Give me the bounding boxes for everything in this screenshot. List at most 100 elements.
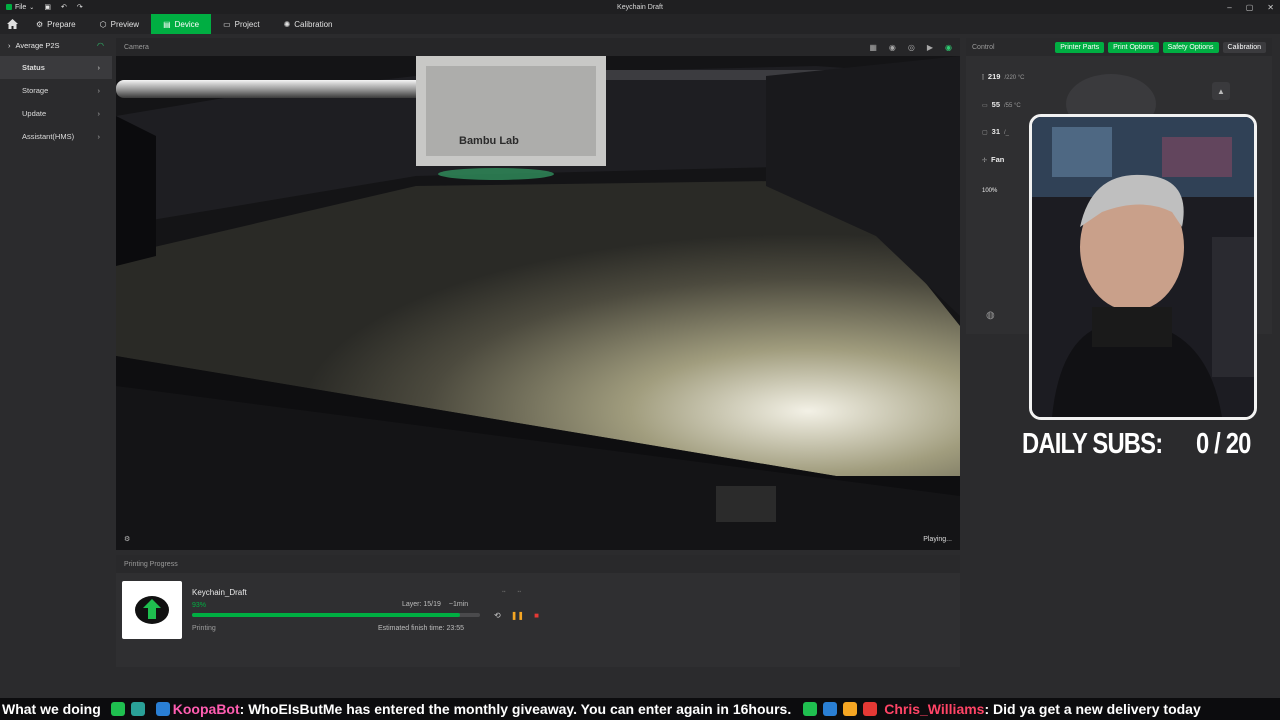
chevron-right-icon: › bbox=[97, 86, 101, 95]
undo-icon[interactable]: ↶ bbox=[61, 3, 67, 11]
main-panel: Camera ▦ ◉ ◎ ▶ ◉ Bambu Lab ⚙ Playing... … bbox=[116, 38, 960, 668]
camera-header: Camera ▦ ◉ ◎ ▶ ◉ bbox=[116, 38, 960, 56]
device-name: Average P2S bbox=[15, 40, 60, 50]
job-thumbnail bbox=[122, 581, 182, 639]
sidebar-item-storage[interactable]: Storage › bbox=[0, 79, 112, 102]
camera-image: Bambu Lab bbox=[116, 56, 960, 550]
daily-subs-counter: DAILY SUBS: 0 / 20 bbox=[1022, 428, 1251, 460]
progress-header: Printing Progress bbox=[116, 555, 960, 573]
record-icon[interactable]: ◉ bbox=[889, 43, 896, 52]
job-finish-time: Estimated finish time: 23:55 bbox=[378, 625, 464, 632]
progress-bar-fill bbox=[192, 613, 460, 617]
progress-bar bbox=[192, 613, 480, 617]
camera-feed[interactable]: Bambu Lab ⚙ Playing... bbox=[116, 56, 960, 550]
badge-icon bbox=[155, 702, 170, 716]
save-icon[interactable]: ▣ bbox=[44, 3, 51, 11]
tab-prepare[interactable]: ⚙ Prepare bbox=[24, 14, 88, 34]
ticker-lead: What we doing bbox=[2, 701, 101, 717]
app-icon bbox=[6, 4, 12, 10]
chevron-right-icon: › bbox=[97, 109, 101, 118]
printhead-brand: Bambu Lab bbox=[459, 135, 519, 147]
badge-icon bbox=[130, 702, 145, 716]
prepare-icon: ⚙ bbox=[36, 19, 44, 29]
model-thumbnail-icon bbox=[135, 596, 169, 624]
wifi-icon: ◠ bbox=[97, 40, 104, 50]
ticker-message: : Did ya get a new delivery today bbox=[984, 701, 1201, 717]
badge-icon bbox=[823, 702, 838, 716]
device-icon: ▤ bbox=[163, 19, 171, 29]
preview-icon: ⬡ bbox=[99, 19, 107, 29]
webcam-overlay bbox=[1029, 114, 1257, 420]
webcam-image bbox=[1032, 117, 1254, 417]
nav-bar: ⚙ Prepare ⬡ Preview ▤ Device ▭ Project ✺… bbox=[0, 14, 1280, 34]
lamp-icon[interactable]: ◍ bbox=[986, 310, 995, 321]
close-button[interactable]: ✕ bbox=[1267, 3, 1274, 12]
camera-footer: ⚙ Playing... bbox=[116, 528, 960, 550]
tab-printer-parts[interactable]: Printer Parts bbox=[1055, 41, 1105, 53]
menu-file[interactable]: File ⌄ bbox=[6, 4, 34, 11]
job-controls: ⟲ ❚❚ ■ bbox=[494, 611, 539, 620]
badge-icon bbox=[843, 702, 858, 716]
chat-ticker: What we doing KoopaBot : WhoEIsButMe has… bbox=[0, 698, 1280, 720]
job-status: Printing bbox=[192, 625, 216, 632]
sidebar-item-status[interactable]: Status › bbox=[0, 56, 112, 79]
faint-icon-b: ▪▪ bbox=[517, 589, 522, 595]
job-percent: 93% bbox=[192, 602, 207, 609]
project-icon: ▭ bbox=[223, 19, 231, 29]
window-title: Keychain Draft bbox=[617, 3, 663, 11]
job-metadata: ▪▪ ▪▪ bbox=[502, 589, 521, 595]
chevron-right-icon: › bbox=[97, 132, 101, 141]
tab-calibration[interactable]: ✺ Calibration bbox=[272, 14, 345, 34]
bed-icon: ▭ bbox=[982, 103, 988, 109]
snapshot-icon[interactable]: ◎ bbox=[908, 43, 915, 52]
tab-calibration-control[interactable]: Calibration bbox=[1222, 41, 1266, 53]
playback-status: Playing... bbox=[923, 535, 952, 543]
faint-icon-a: ▪▪ bbox=[502, 589, 506, 595]
minimize-button[interactable]: – bbox=[1227, 3, 1231, 12]
ticker-user: KoopaBot bbox=[172, 701, 240, 717]
job-layer: Layer: 15/19 ~1min bbox=[402, 601, 469, 608]
badge-icon bbox=[863, 702, 878, 716]
z-up-button[interactable]: ▲ bbox=[1212, 82, 1230, 100]
timelapse-icon[interactable]: ▦ bbox=[869, 43, 877, 52]
badge-icon bbox=[110, 702, 125, 716]
live-status-icon[interactable]: ◉ bbox=[945, 43, 952, 52]
fan-speed[interactable]: 100% bbox=[982, 188, 997, 194]
fan-section[interactable]: ✢ Fan bbox=[982, 155, 1004, 164]
sidebar-item-assistant[interactable]: Assistant(HMS) › bbox=[0, 125, 112, 148]
stop-button[interactable]: ■ bbox=[534, 611, 539, 620]
nozzle-temp[interactable]: ⫿ 219 /220 °C bbox=[982, 72, 1025, 82]
calibration-icon: ✺ bbox=[283, 19, 291, 29]
camera-title: Camera bbox=[124, 43, 149, 51]
sidebar: › Average P2S ◠ Status › Storage › Updat… bbox=[0, 34, 112, 696]
ticker-user: Chris_Williams bbox=[884, 701, 985, 717]
nozzle-icon: ⫿ bbox=[982, 75, 984, 81]
chevron-right-icon: › bbox=[97, 63, 101, 72]
maximize-button[interactable]: ▢ bbox=[1246, 3, 1254, 12]
job-name: Keychain_Draft bbox=[192, 588, 247, 597]
printing-progress-panel: Printing Progress Keychain_Draft ▪▪ ▪▪ 9… bbox=[116, 555, 960, 667]
bed-temp[interactable]: ▭ 55 /55 °C bbox=[982, 100, 1021, 109]
tab-project[interactable]: ▭ Project bbox=[211, 14, 271, 34]
home-icon bbox=[6, 19, 18, 29]
chevron-right-icon: › bbox=[8, 40, 11, 50]
ticker-message: : WhoEIsButMe has entered the monthly gi… bbox=[239, 701, 792, 717]
tab-print-options[interactable]: Print Options bbox=[1108, 41, 1159, 53]
tab-device[interactable]: ▤ Device bbox=[151, 14, 212, 34]
settings-icon[interactable]: ⚙ bbox=[124, 535, 130, 543]
badge-icon bbox=[803, 702, 818, 716]
pause-button[interactable]: ❚❚ bbox=[511, 611, 524, 620]
video-icon[interactable]: ▶ bbox=[927, 43, 933, 52]
tab-safety-options[interactable]: Safety Options bbox=[1162, 41, 1219, 53]
chamber-temp[interactable]: ▢ 31 /_ bbox=[982, 127, 1009, 136]
chevron-down-icon: ⌄ bbox=[29, 4, 35, 11]
refresh-icon[interactable]: ⟲ bbox=[494, 611, 501, 620]
sidebar-item-update[interactable]: Update › bbox=[0, 102, 112, 125]
home-button[interactable] bbox=[0, 19, 24, 29]
fan-icon: ✢ bbox=[982, 158, 988, 164]
tab-preview[interactable]: ⬡ Preview bbox=[88, 14, 151, 34]
redo-icon[interactable]: ↷ bbox=[77, 3, 83, 11]
chamber-icon: ▢ bbox=[982, 130, 988, 136]
device-selector[interactable]: › Average P2S ◠ bbox=[0, 34, 112, 56]
control-header: Control Printer Parts Print Options Safe… bbox=[966, 38, 1272, 56]
